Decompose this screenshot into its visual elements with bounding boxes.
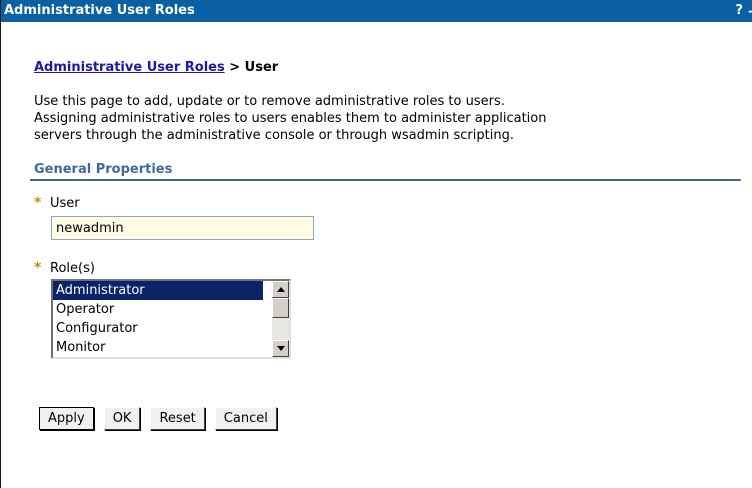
more-icon[interactable]: - (748, 3, 752, 19)
role-option-monitor[interactable]: Monitor (53, 338, 263, 357)
role-option-administrator[interactable]: Administrator (53, 281, 263, 300)
breadcrumb-link-administrative-user-roles[interactable]: Administrative User Roles (34, 60, 225, 75)
scrollbar-thumb[interactable] (272, 298, 289, 318)
roles-listbox[interactable]: Administrator Operator Configurator Moni… (51, 279, 291, 359)
role-option-operator[interactable]: Operator (53, 300, 263, 319)
breadcrumb: Administrative User Roles > User (34, 60, 278, 75)
chevron-up-icon (277, 287, 285, 292)
scroll-down-button[interactable] (272, 340, 289, 357)
breadcrumb-current: > User (224, 60, 279, 75)
scrollbar-track[interactable] (272, 318, 289, 340)
apply-button[interactable]: Apply (39, 407, 94, 430)
reset-button[interactable]: Reset (150, 407, 205, 430)
page-description: Use this page to add, update or to remov… (34, 94, 547, 143)
form-buttons: Apply OK Reset Cancel (39, 407, 277, 430)
window-title: Administrative User Roles (4, 3, 195, 18)
roles-field-label: * Role(s) (34, 260, 95, 276)
roles-list: Administrator Operator Configurator Moni… (53, 281, 263, 357)
role-option-configurator[interactable]: Configurator (53, 319, 263, 338)
required-icon: * (34, 195, 42, 211)
title-bar: Administrative User Roles ? - (1, 0, 752, 22)
roles-label: Role(s) (50, 261, 95, 276)
page: Administrative User Roles ? - Administra… (0, 0, 752, 488)
help-icon[interactable]: ? (735, 3, 743, 19)
scroll-up-button[interactable] (272, 281, 289, 298)
chevron-down-icon (277, 346, 285, 351)
required-icon: * (34, 260, 42, 276)
user-input[interactable] (51, 216, 314, 240)
section-title: General Properties (34, 162, 173, 177)
ok-button[interactable]: OK (103, 407, 141, 430)
user-field-label: * User (34, 195, 80, 211)
roles-scrollbar[interactable] (272, 281, 289, 357)
cancel-button[interactable]: Cancel (214, 407, 277, 430)
section-divider (30, 179, 741, 181)
user-label: User (50, 196, 80, 211)
